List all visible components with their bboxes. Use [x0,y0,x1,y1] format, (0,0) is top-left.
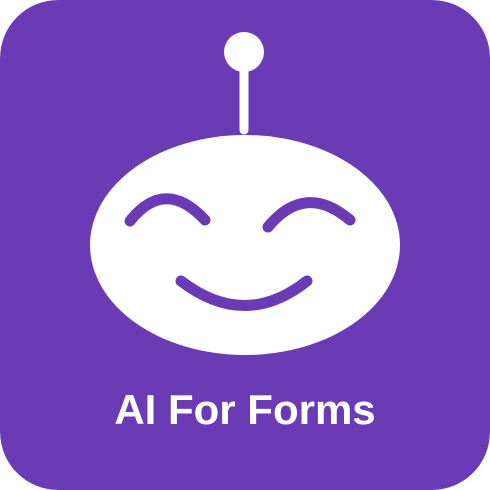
robot-head [90,135,400,355]
app-name: AI For Forms [114,386,376,433]
app-icon: AI For Forms [0,0,490,490]
antenna-ball [224,32,264,72]
